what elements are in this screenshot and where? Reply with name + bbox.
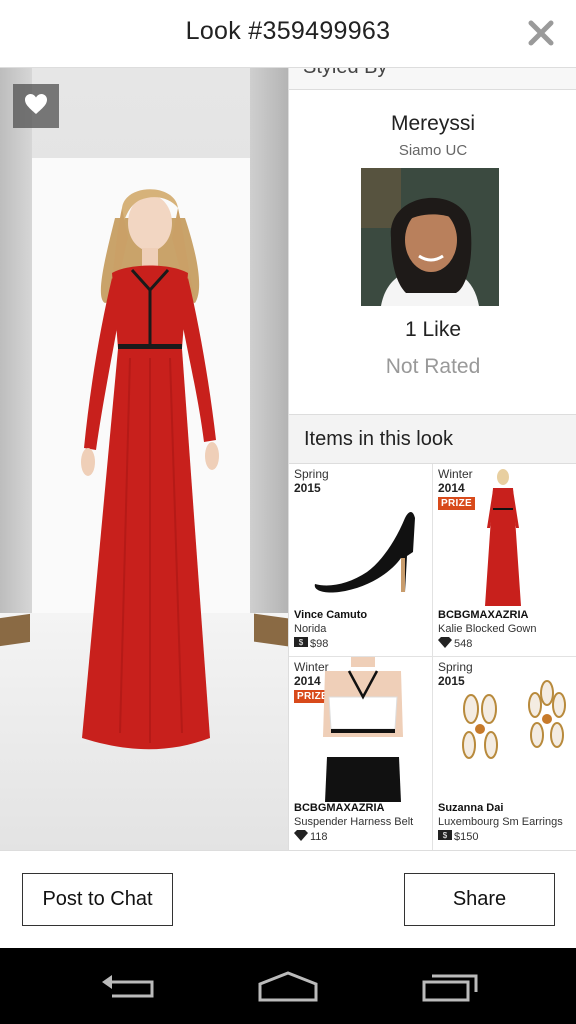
styled-by-header: Styled By bbox=[289, 68, 576, 90]
back-icon[interactable] bbox=[98, 970, 158, 1004]
rating-status: Not Rated bbox=[385, 355, 481, 378]
item-name: Luxembourg Sm Earrings bbox=[438, 816, 563, 828]
stylist-name[interactable]: Mereyssi bbox=[289, 112, 576, 136]
stylist-avatar[interactable] bbox=[361, 168, 499, 306]
favorite-heart-button[interactable] bbox=[13, 84, 59, 128]
share-button[interactable]: Share bbox=[404, 873, 555, 926]
styled-by-label: Styled By bbox=[303, 68, 387, 79]
svg-text:$: $ bbox=[299, 638, 304, 647]
item-brand: BCBGMAXAZRIA bbox=[438, 609, 529, 621]
items-section-header: Items in this look bbox=[289, 414, 576, 464]
item-name: Norida bbox=[294, 623, 327, 635]
action-bar: Post to Chat Share bbox=[0, 850, 576, 948]
item-price: $ $98 bbox=[294, 637, 328, 650]
look-title: Look #359499963 bbox=[185, 17, 391, 45]
item-price-value: $98 bbox=[310, 637, 329, 650]
header-bar: Look #359499963 bbox=[0, 0, 576, 68]
item-image-harness-belt bbox=[323, 657, 403, 802]
item-image-gown bbox=[485, 469, 521, 606]
items-section-title: Items in this look bbox=[304, 428, 453, 450]
item-brand: Suzanna Dai bbox=[438, 802, 504, 814]
item-image-earrings bbox=[462, 680, 566, 759]
item-card[interactable]: Winter 2014 PRIZE BCBGMAXAZRIA Kalie Blo… bbox=[433, 464, 576, 657]
item-brand: BCBGMAXAZRIA bbox=[294, 802, 385, 814]
home-icon[interactable] bbox=[258, 970, 318, 1004]
item-brand: Vince Camuto bbox=[294, 609, 368, 621]
item-price: 548 bbox=[438, 637, 472, 651]
heart-icon bbox=[24, 93, 48, 120]
item-season: Winter bbox=[438, 467, 473, 481]
item-price: $ $150 bbox=[438, 830, 478, 843]
items-grid: Spring 2015 Vince Camuto Norida $ $98 Wi… bbox=[289, 464, 576, 850]
recent-apps-icon[interactable] bbox=[420, 970, 480, 1004]
system-nav-bar bbox=[0, 948, 576, 1024]
item-price-value: 548 bbox=[454, 638, 473, 650]
cash-icon: $ bbox=[294, 637, 308, 650]
likes-count: 1 Like bbox=[404, 318, 462, 341]
diamond-icon bbox=[438, 637, 452, 651]
close-icon[interactable] bbox=[526, 18, 556, 48]
model-avatar bbox=[81, 189, 219, 750]
post-to-chat-button[interactable]: Post to Chat bbox=[22, 873, 173, 926]
item-card[interactable]: Winter 2014 PRIZE BCBGMAXAZRIA Suspender… bbox=[289, 657, 433, 850]
item-price-value: 118 bbox=[310, 831, 328, 843]
item-year: 2014 bbox=[438, 481, 465, 495]
item-card[interactable]: Spring 2015 Suzanna Dai Luxembourg Sm Ea… bbox=[433, 657, 576, 850]
item-image-pump bbox=[314, 512, 415, 593]
item-name: Suspender Harness Belt bbox=[294, 816, 414, 828]
item-card[interactable]: Spring 2015 Vince Camuto Norida $ $98 bbox=[289, 464, 433, 657]
cash-icon: $ bbox=[438, 830, 452, 843]
item-season: Spring bbox=[438, 660, 473, 674]
look-details-panel: Styled By Mereyssi Siamo UC 1 Like Not R… bbox=[288, 68, 576, 850]
item-price-value: $150 bbox=[454, 830, 479, 843]
svg-text:$: $ bbox=[443, 831, 448, 840]
item-price: 118 bbox=[294, 830, 328, 844]
look-stage bbox=[0, 68, 288, 850]
diamond-icon bbox=[294, 830, 308, 844]
item-season: Spring bbox=[294, 467, 329, 481]
prize-badge: PRIZE bbox=[438, 497, 475, 510]
stylist-subtitle: Siamo UC bbox=[398, 142, 468, 159]
item-name: Kalie Blocked Gown bbox=[438, 623, 537, 635]
